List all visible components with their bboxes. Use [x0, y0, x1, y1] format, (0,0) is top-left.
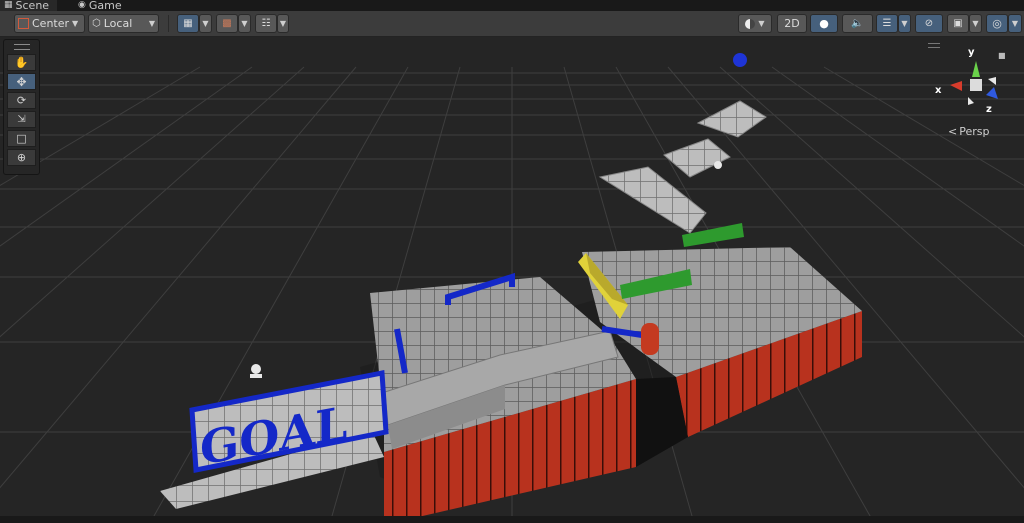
mode-2d-toggle[interactable]: 2D — [777, 14, 807, 33]
scale-icon: ⇲ — [17, 114, 26, 125]
scene-toolbar: Center ▼ ⬡ Local ▼ ▦ ▼ ▩ ▼ ☷ ▼ ▼ 2D ● 🔈 … — [0, 11, 1024, 37]
camera-dropdown[interactable]: ▼ — [969, 14, 982, 33]
lighting-toggle[interactable]: ● — [810, 14, 838, 33]
camera-icon: ▣ — [953, 18, 963, 29]
mode-2d-label: 2D — [784, 17, 800, 30]
increment-snap-dropdown[interactable]: ▼ — [238, 14, 251, 33]
tool-palette: ✋ ✥ ⟳ ⇲ □ ⊕ — [3, 39, 40, 175]
drag-handle[interactable] — [14, 44, 30, 50]
axis-x-label: x — [935, 85, 942, 96]
cube-icon: ⬡ — [92, 18, 101, 29]
chevron-down-icon: ▼ — [202, 19, 209, 28]
transform-tool-button[interactable]: ⊕ — [7, 149, 36, 166]
axis-y-label: y — [968, 47, 975, 58]
pivot-icon — [18, 18, 29, 29]
grid-snap-button[interactable]: ▦ — [177, 14, 199, 33]
grid-visibility-dropdown[interactable]: ▼ — [277, 14, 289, 33]
move-tool-button[interactable]: ✥ — [7, 73, 36, 90]
light-icon — [714, 161, 722, 169]
floating-platform-3 — [696, 100, 767, 138]
chevron-down-icon: ▼ — [148, 19, 155, 28]
rotate-icon: ⟳ — [16, 94, 27, 107]
chevron-down-icon: ▼ — [72, 19, 79, 28]
grid-visibility-button[interactable]: ☷ — [255, 14, 277, 33]
effects-icon: ☰ — [882, 18, 892, 29]
tab-bar: ▦ Scene ◉ Game — [0, 0, 1024, 11]
toolbar-separator — [168, 15, 169, 32]
scene-canvas[interactable]: GOAL — [0, 37, 1024, 523]
rotate-tool-button[interactable]: ⟳ — [7, 92, 36, 109]
axis-z-label: z — [986, 104, 992, 115]
grid-icon: ▦ — [4, 0, 13, 10]
shaded-sphere-icon — [745, 18, 756, 29]
lightbulb-icon: ● — [819, 17, 829, 30]
projection-toggle[interactable]: < Persp — [948, 125, 989, 138]
chevron-down-icon: ▼ — [901, 19, 908, 28]
hand-icon: ✋ — [14, 56, 29, 69]
grid-snap-icon: ▦ — [183, 18, 193, 29]
increment-snap-icon: ▩ — [222, 18, 232, 29]
projection-prefix: < — [948, 125, 958, 138]
chevron-down-icon: ▼ — [1011, 19, 1019, 28]
bottom-bar — [0, 516, 1024, 523]
light-icon — [250, 364, 262, 378]
eye-slash-icon: ⊘ — [924, 18, 934, 29]
increment-snap-button[interactable]: ▩ — [216, 14, 238, 33]
effects-button[interactable]: ☰ — [876, 14, 898, 33]
transform-icon: ⊕ — [16, 151, 27, 164]
tab-game-label: Game — [88, 0, 122, 12]
hand-tool-button[interactable]: ✋ — [7, 54, 36, 71]
scale-tool-button[interactable]: ⇲ — [7, 111, 36, 128]
floating-platform-2 — [663, 138, 731, 178]
gamepad-icon: ◉ — [78, 0, 86, 10]
tab-scene-label: Scene — [15, 0, 50, 12]
draw-mode-dropdown[interactable]: ▼ — [738, 14, 772, 33]
tab-game[interactable]: ◉ Game — [78, 0, 122, 11]
grid-visibility-icon: ☷ — [261, 18, 271, 29]
axis-gizmo — [950, 61, 998, 105]
gizmos-dropdown[interactable]: ▼ — [1008, 14, 1022, 33]
move-icon: ✥ — [16, 74, 27, 89]
pivot-label: Center — [32, 17, 70, 30]
chevron-down-icon: ▼ — [972, 19, 979, 28]
speaker-muted-icon: 🔈 — [851, 18, 864, 29]
blue-sphere — [733, 53, 747, 67]
effects-dropdown[interactable]: ▼ — [898, 14, 911, 33]
chevron-down-icon: ▼ — [241, 19, 248, 28]
globe-icon: ◎ — [992, 17, 1002, 30]
rect-transform-icon: □ — [16, 132, 27, 145]
projection-label: Persp — [959, 125, 990, 138]
hidden-objects-toggle[interactable]: ⊘ — [915, 14, 943, 33]
gizmos-button[interactable]: ◎ — [986, 14, 1008, 33]
grid-snap-dropdown[interactable]: ▼ — [199, 14, 212, 33]
camera-button[interactable]: ▣ — [947, 14, 969, 33]
chevron-down-icon: ▼ — [758, 19, 765, 28]
audio-toggle[interactable]: 🔈 — [842, 14, 873, 33]
player-capsule — [641, 323, 659, 355]
chevron-down-icon: ▼ — [279, 19, 287, 28]
space-label: Local — [103, 17, 133, 30]
tab-scene[interactable]: ▦ Scene — [0, 0, 58, 12]
pivot-dropdown[interactable]: Center ▼ — [14, 14, 85, 33]
rect-tool-button[interactable]: □ — [7, 130, 36, 147]
scene-viewport[interactable]: GOAL ✋ ✥ ⟳ ⇲ □ ⊕ ■ y x z < Persp — [0, 37, 1024, 523]
space-dropdown[interactable]: ⬡ Local ▼ — [88, 14, 159, 33]
